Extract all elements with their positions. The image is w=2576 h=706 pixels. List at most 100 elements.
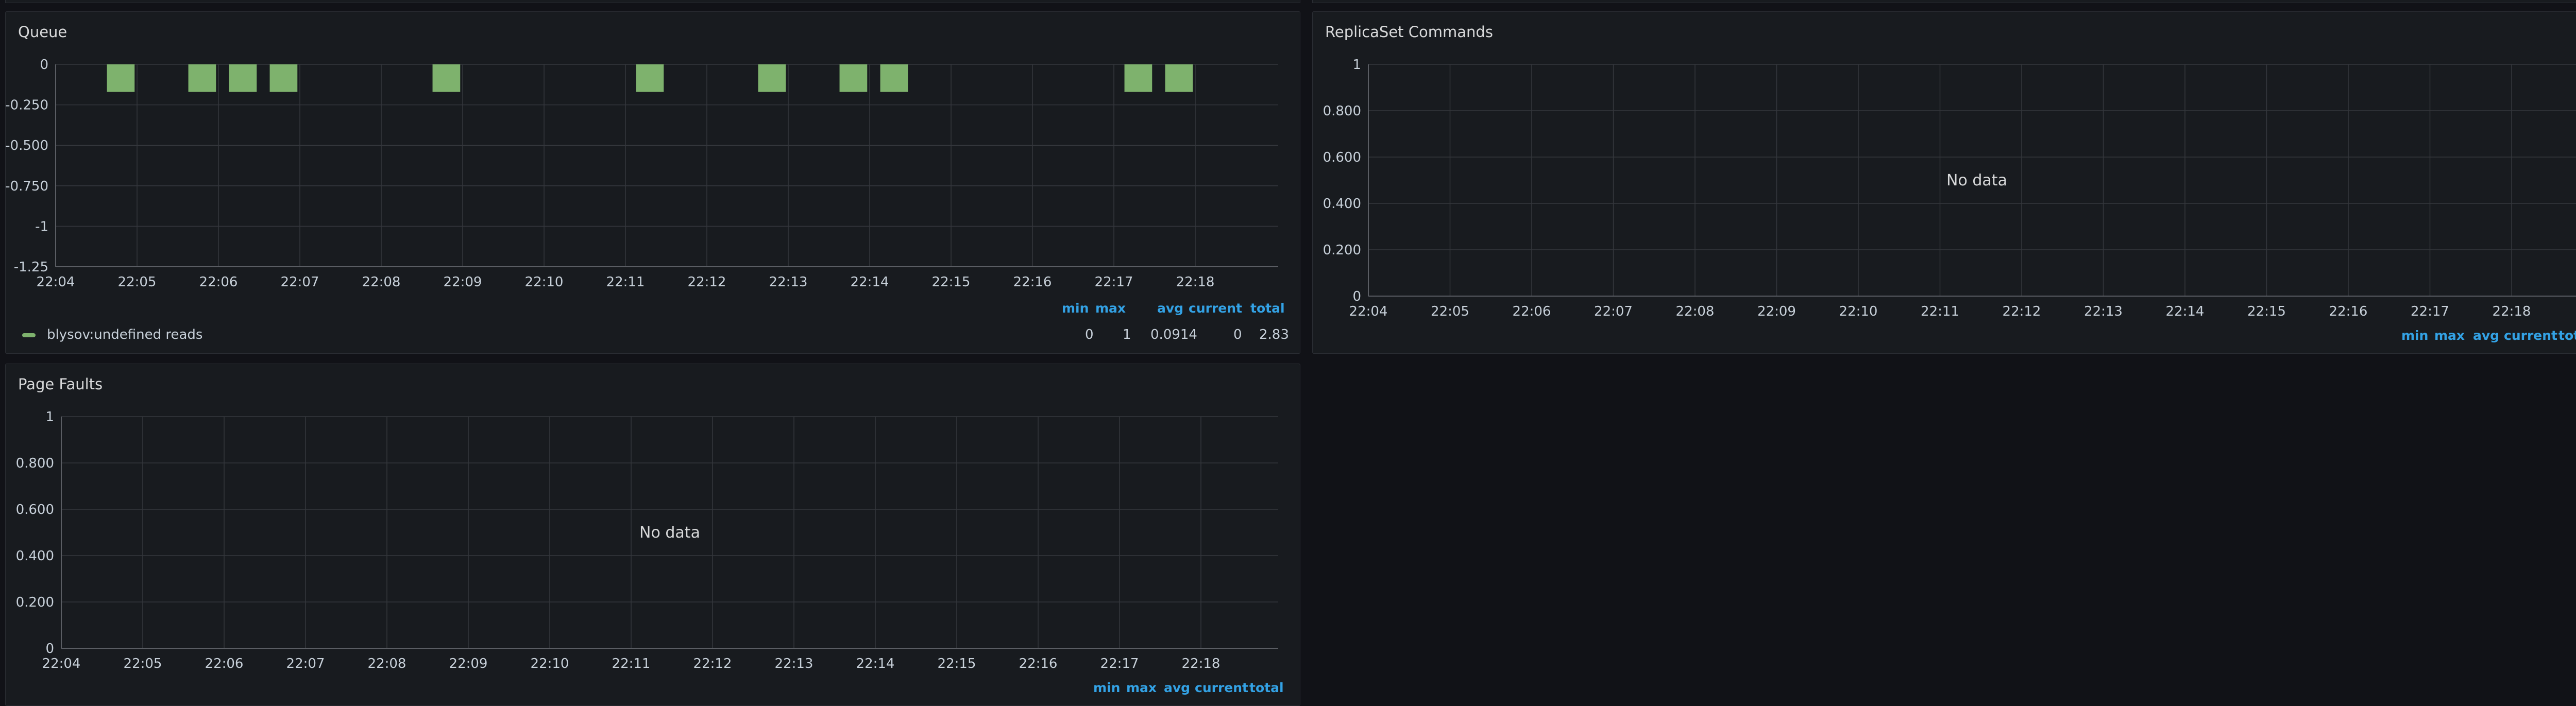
x-tick-label: 22:11 bbox=[606, 274, 645, 290]
data-bar bbox=[1124, 64, 1153, 92]
y-tick-label: 1 bbox=[1352, 57, 1361, 73]
x-tick-label: 22:14 bbox=[2166, 304, 2205, 319]
x-tick-label: 22:10 bbox=[1839, 304, 1878, 319]
queue-panel: Queue 0 -0.250 -0.500 -0.750 -1 -1.25 22:04 22:… bbox=[5, 11, 1300, 354]
x-tick-label: 22:08 bbox=[1676, 304, 1715, 319]
y-tick-label: 0.800 bbox=[16, 456, 54, 471]
x-tick-label: 22:08 bbox=[362, 274, 401, 290]
y-tick-label: -0.250 bbox=[6, 98, 48, 113]
legend-series-item[interactable]: blysov:undefined reads bbox=[22, 327, 202, 342]
queue-chart[interactable]: 0 -0.250 -0.500 -0.750 -1 -1.2522:04 22:05 22:0… bbox=[6, 12, 1300, 300]
x-tick-label: 22:12 bbox=[688, 274, 726, 290]
x-tick-label: 22:14 bbox=[851, 274, 889, 290]
x-tick-label: 22:07 bbox=[281, 274, 319, 290]
series-color-swatch bbox=[22, 333, 36, 337]
x-tick-label: 22:05 bbox=[124, 656, 162, 671]
y-tick-label: 0 bbox=[45, 641, 54, 657]
x-tick-label: 22:08 bbox=[368, 656, 406, 671]
x-tick-label: 22:11 bbox=[612, 656, 651, 671]
x-tick-label: 22:04 bbox=[1349, 304, 1388, 319]
legend-header-current[interactable]: current bbox=[2504, 328, 2557, 343]
no-data-text: No data bbox=[1946, 171, 2007, 190]
x-tick-label: 22:16 bbox=[2329, 304, 2368, 319]
y-tick-label: -0.500 bbox=[6, 138, 48, 153]
x-tick-label: 22:14 bbox=[856, 656, 895, 671]
x-tick-label: 22:13 bbox=[775, 656, 814, 671]
x-tick-label: 22:11 bbox=[1921, 304, 1959, 319]
legend-header-total[interactable]: total bbox=[1249, 680, 1284, 695]
x-tick-label: 22:09 bbox=[449, 656, 488, 671]
legend-header-total[interactable]: total bbox=[2558, 328, 2576, 343]
x-tick-label: 22:10 bbox=[525, 274, 564, 290]
x-tick-label: 22:07 bbox=[1594, 304, 1633, 319]
x-tick-label: 22:17 bbox=[1095, 274, 1133, 290]
data-bar bbox=[269, 64, 298, 92]
data-bar bbox=[636, 64, 664, 92]
y-tick-label: 0.400 bbox=[16, 548, 54, 564]
replicaset-chart[interactable]: 1 0.800 0.600 0.400 0.200 022:04 22:05 22:06 22:… bbox=[1313, 12, 2576, 321]
legend-header-max[interactable]: max bbox=[1126, 680, 1157, 695]
data-bar bbox=[1165, 64, 1193, 92]
x-tick-label: 22:12 bbox=[2003, 304, 2041, 319]
x-tick-label: 22:06 bbox=[199, 274, 238, 290]
data-bar bbox=[107, 64, 135, 92]
x-tick-label: 22:18 bbox=[1182, 656, 1221, 671]
data-bar bbox=[758, 64, 786, 92]
x-tick-label: 22:17 bbox=[2411, 304, 2449, 319]
y-tick-label: 0 bbox=[1352, 289, 1361, 304]
legend-header-avg[interactable]: avg bbox=[1157, 301, 1183, 316]
y-tick-label: -0.750 bbox=[6, 179, 48, 194]
y-tick-label: 1 bbox=[45, 409, 54, 425]
x-tick-label: 22:12 bbox=[693, 656, 732, 671]
data-bar bbox=[880, 64, 908, 92]
x-tick-label: 22:15 bbox=[938, 656, 976, 671]
x-tick-label: 22:18 bbox=[2493, 304, 2531, 319]
legend-header-min[interactable]: min bbox=[2401, 328, 2428, 343]
x-tick-label: 22:15 bbox=[932, 274, 971, 290]
x-tick-label: 22:13 bbox=[2084, 304, 2123, 319]
x-tick-label: 22:06 bbox=[1513, 304, 1551, 319]
y-tick-label: 0.600 bbox=[1323, 150, 1361, 165]
legend-value-current: 0 bbox=[1233, 327, 1242, 342]
x-tick-label: 22:17 bbox=[1100, 656, 1139, 671]
y-tick-label: 0.200 bbox=[16, 595, 54, 610]
x-tick-label: 22:07 bbox=[286, 656, 325, 671]
legend-header-max[interactable]: max bbox=[2434, 328, 2465, 343]
series-name: blysov:undefined reads bbox=[47, 327, 203, 342]
x-tick-label: 22:18 bbox=[1176, 274, 1215, 290]
y-tick-label: -1.25 bbox=[14, 260, 48, 275]
legend-value-total: 2.83 bbox=[1259, 327, 1289, 342]
legend-header-total[interactable]: total bbox=[1250, 301, 1285, 316]
legend-header-min[interactable]: min bbox=[1093, 680, 1120, 695]
data-bar bbox=[229, 64, 257, 92]
y-tick-label: 0 bbox=[40, 57, 48, 73]
x-tick-label: 22:09 bbox=[1757, 304, 1796, 319]
panel-above-left-edge bbox=[5, 0, 1300, 3]
y-tick-label: 0.600 bbox=[16, 502, 54, 518]
x-tick-label: 22:05 bbox=[118, 274, 157, 290]
legend-header-max[interactable]: max bbox=[1095, 301, 1126, 316]
x-tick-label: 22:16 bbox=[1013, 274, 1052, 290]
data-bar bbox=[432, 64, 461, 92]
y-tick-label: 0.200 bbox=[1323, 243, 1361, 258]
y-tick-label: 0.800 bbox=[1323, 104, 1361, 119]
legend-header-min[interactable]: min bbox=[1062, 301, 1089, 316]
legend-value-avg: 0.0914 bbox=[1150, 327, 1197, 342]
page-faults-panel: Page Faults 1 0.800 0.600 0.400 0.200 0 22:04 2… bbox=[5, 364, 1300, 706]
legend-value-max: 1 bbox=[1123, 327, 1131, 342]
data-bar bbox=[839, 64, 868, 92]
x-tick-label: 22:06 bbox=[205, 656, 244, 671]
legend-header-avg[interactable]: avg bbox=[2473, 328, 2499, 343]
legend-value-min: 0 bbox=[1085, 327, 1094, 342]
x-tick-label: 22:05 bbox=[1431, 304, 1469, 319]
y-tick-label: -1 bbox=[35, 219, 48, 234]
legend-header-current[interactable]: current bbox=[1189, 301, 1242, 316]
legend-header-avg[interactable]: avg bbox=[1164, 680, 1190, 695]
data-bar bbox=[188, 64, 216, 92]
legend-header-current[interactable]: current bbox=[1195, 680, 1248, 695]
x-tick-label: 22:09 bbox=[444, 274, 482, 290]
x-tick-label: 22:15 bbox=[2247, 304, 2286, 319]
y-tick-label: 0.400 bbox=[1323, 196, 1361, 212]
page-faults-chart[interactable]: 1 0.800 0.600 0.400 0.200 022:04 22:05 22:06 22:… bbox=[6, 364, 1300, 673]
x-tick-label: 22:04 bbox=[37, 274, 75, 290]
